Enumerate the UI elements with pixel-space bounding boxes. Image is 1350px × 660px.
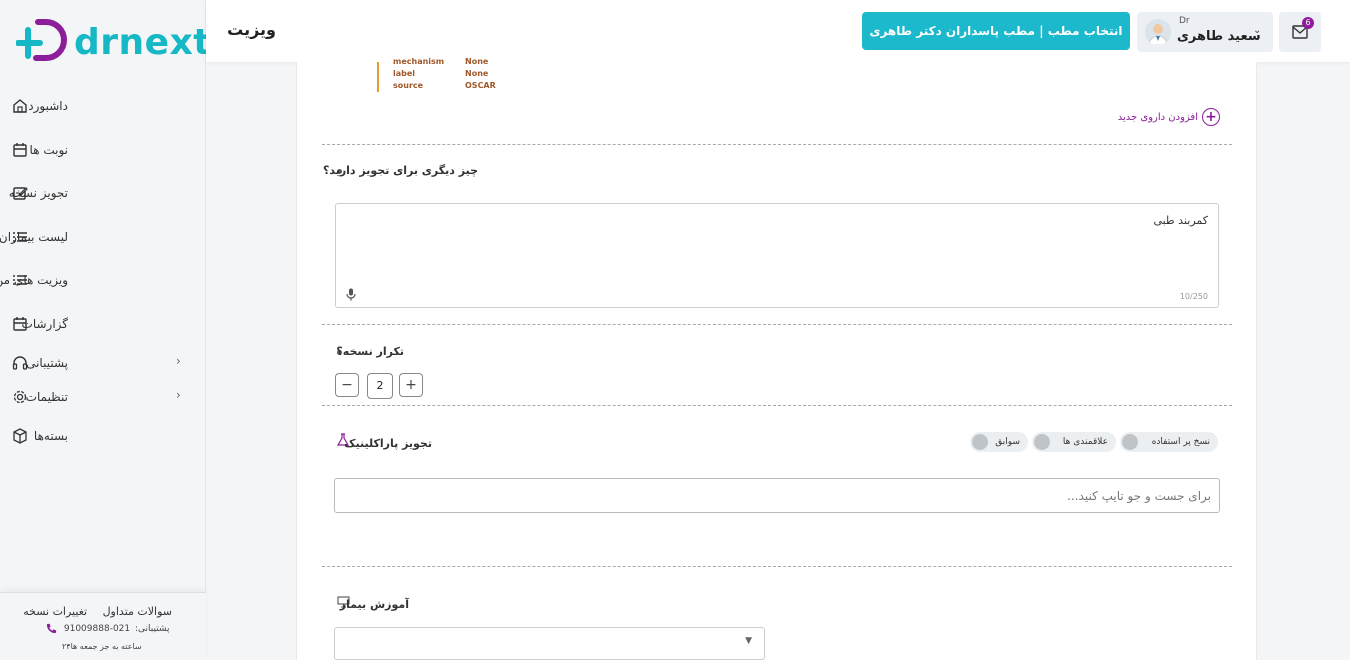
chip-label: سوابق (995, 437, 1020, 447)
calendar-icon (13, 143, 27, 157)
footer-links: سوالات متداول تغییرات نسخه (11, 605, 172, 618)
logo-text: drnext (74, 22, 211, 63)
sidebar-item-support[interactable]: پشتیبانی ‹ (0, 345, 206, 381)
repeat-question: تکرار نسخه؟ (336, 345, 404, 358)
document-icon (1122, 434, 1138, 450)
drug-info-row: mechanism None (393, 57, 488, 66)
other-prescription-question: چیز دیگری برای تجویز دارید؟ (322, 164, 478, 177)
doctor-avatar-icon (1148, 24, 1168, 45)
history-chip[interactable]: سوابق (970, 432, 1028, 452)
sidebar-item-label: تجویز نسخه (8, 186, 68, 200)
visit-form: mechanism None label None source OSCAR +… (296, 57, 1257, 660)
drug-info-value: None (465, 69, 489, 78)
other-prescription-value: کمربند طبی (1153, 214, 1208, 227)
patient-education-title: آموزش بیمار (339, 598, 409, 611)
favorites-chip[interactable]: علاقمندی ها (1032, 432, 1116, 452)
sidebar-item-reports[interactable]: گزارشات (0, 306, 206, 342)
logo[interactable]: drnext (16, 14, 211, 70)
chip-label: نسخ پر استفاده (1151, 437, 1210, 447)
sidebar-item-label: بسته‌ها (33, 429, 68, 443)
home-icon (13, 99, 27, 113)
sidebar-footer: سوالات متداول تغییرات نسخه پشتیبانی: 021… (0, 592, 206, 660)
increment-button[interactable]: + (399, 373, 423, 397)
section-divider (322, 405, 1232, 406)
sidebar-item-prescribe[interactable]: تجویز نسخه (0, 175, 206, 211)
sidebar: drnext داشبورد نوبت ها تجویز نسخه لیست ب… (0, 0, 211, 660)
user-menu[interactable]: Dr سعید طاهری ⌄ (1137, 12, 1273, 52)
support-phone: پشتیبانی: 021-91009888 (46, 623, 169, 634)
chevron-left-icon: ‹ (176, 388, 181, 402)
support-hours: ۲۴ساعته به جز جمعه ها (62, 642, 142, 651)
frequent-prescriptions-chip[interactable]: نسخ پر استفاده (1120, 432, 1218, 452)
avatar (1145, 19, 1171, 45)
phone-icon (46, 623, 57, 634)
char-counter: 10/250 (1179, 292, 1208, 301)
drug-info-row: label None (393, 69, 488, 78)
section-divider (322, 324, 1232, 325)
sidebar-item-label: گزارشات (21, 317, 68, 331)
repeat-count-field[interactable]: 2 (367, 373, 393, 399)
sidebar-item-label: داشبورد (28, 99, 68, 113)
support-label: پشتیبانی: (135, 624, 170, 634)
sidebar-item-label: ویزیت های من (0, 273, 68, 287)
sidebar-item-label: پشتیبانی (26, 356, 68, 370)
sidebar-item-label: لیست بیماران (0, 230, 68, 244)
sidebar-item-my-visits[interactable]: ویزیت های من (0, 262, 206, 298)
faq-link[interactable]: سوالات متداول (103, 605, 172, 618)
user-name: سعید طاهری (1177, 29, 1261, 44)
drug-info-key: source (393, 81, 424, 90)
paraclinic-search[interactable] (334, 478, 1220, 513)
sidebar-item-label: نوبت ها (29, 143, 68, 157)
decrement-button[interactable]: − (335, 373, 359, 397)
sidebar-item-dashboard[interactable]: داشبورد (0, 88, 206, 124)
sidebar-item-appointments[interactable]: نوبت ها (0, 132, 206, 168)
top-header: ویزیت 6 Dr سعید طاهری ⌄ انتخاب مطب | مطب… (206, 0, 1350, 62)
paraclinic-search-input[interactable] (335, 479, 1219, 512)
add-drug-label: افزودن داروی جدید (1117, 112, 1198, 123)
changelog-link[interactable]: تغییرات نسخه (23, 605, 87, 618)
plus-circle-icon: + (1202, 108, 1220, 126)
logo-mark-icon (16, 19, 67, 61)
sidebar-item-label: تنظیمات (25, 390, 68, 404)
patient-education-select[interactable]: ▼ (334, 627, 765, 660)
chevron-down-icon: ⌄ (1253, 25, 1262, 36)
sidebar-item-patients[interactable]: لیست بیماران (0, 219, 206, 255)
paraclinic-title: تجویز پاراکلینیک (344, 437, 432, 450)
drug-info-key: label (393, 69, 416, 78)
drug-info-key: mechanism (393, 57, 445, 66)
star-icon (1034, 434, 1050, 450)
box-icon (13, 428, 27, 444)
history-icon (972, 434, 988, 450)
add-drug-button[interactable]: + افزودن داروی جدید (1118, 108, 1220, 126)
sidebar-item-settings[interactable]: تنظیمات ‹ (0, 379, 206, 415)
drug-info-panel: mechanism None label None source OSCAR (377, 57, 517, 92)
section-divider (322, 144, 1232, 145)
drug-info-value: OSCAR (465, 81, 496, 90)
microphone-icon[interactable] (346, 288, 356, 301)
select-clinic-button[interactable]: انتخاب مطب | مطب پاسداران دکتر طاهری (862, 12, 1130, 50)
page-title: ویزیت (227, 20, 276, 39)
drug-info-value: None (465, 57, 489, 66)
drug-info-row: source OSCAR (393, 81, 496, 90)
support-number: 021-91009888 (63, 624, 131, 634)
inbox-button[interactable] (1279, 12, 1321, 52)
user-prefix: Dr (1179, 16, 1190, 26)
section-divider (322, 566, 1232, 567)
chevron-left-icon: ‹ (176, 354, 181, 368)
notification-badge: 6 (1302, 17, 1314, 29)
sidebar-item-packages[interactable]: بسته‌ها (0, 418, 206, 454)
other-prescription-textarea[interactable]: کمربند طبی 10/250 (335, 203, 1219, 308)
caret-down-icon: ▼ (745, 636, 752, 646)
chip-label: علاقمندی ها (1062, 437, 1108, 447)
